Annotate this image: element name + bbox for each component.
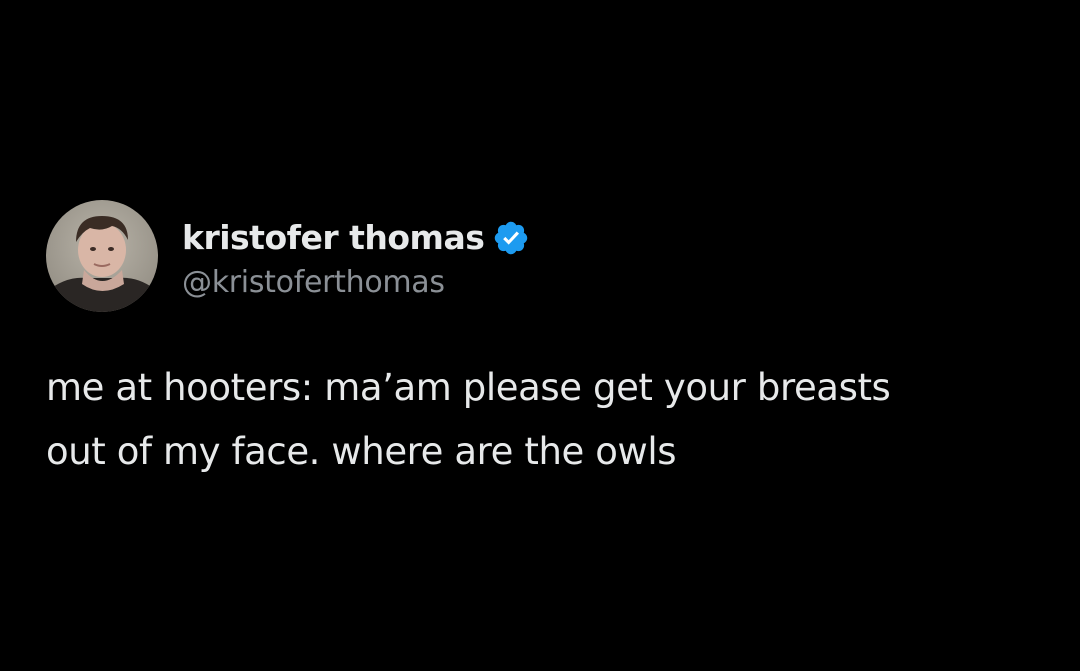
verified-checkmark-icon [492,219,530,257]
tweet-text-line-1: me at hooters: ma’am please get your bre… [46,366,891,409]
tweet-text-line-2: out of my face. where are the owls [46,430,677,473]
tweet-text: me at hooters: ma’am please get your bre… [46,356,1046,484]
avatar[interactable] [46,200,158,312]
author-names: kristofer thomas @kristoferthomas [182,213,530,300]
tweet-card: kristofer thomas @kristoferthomas me at … [46,200,1046,484]
avatar-photo [46,200,158,312]
display-name[interactable]: kristofer thomas [182,218,485,257]
handle[interactable]: @kristoferthomas [182,265,530,300]
name-row: kristofer thomas [182,213,530,263]
tweet-header: kristofer thomas @kristoferthomas [46,200,1046,312]
